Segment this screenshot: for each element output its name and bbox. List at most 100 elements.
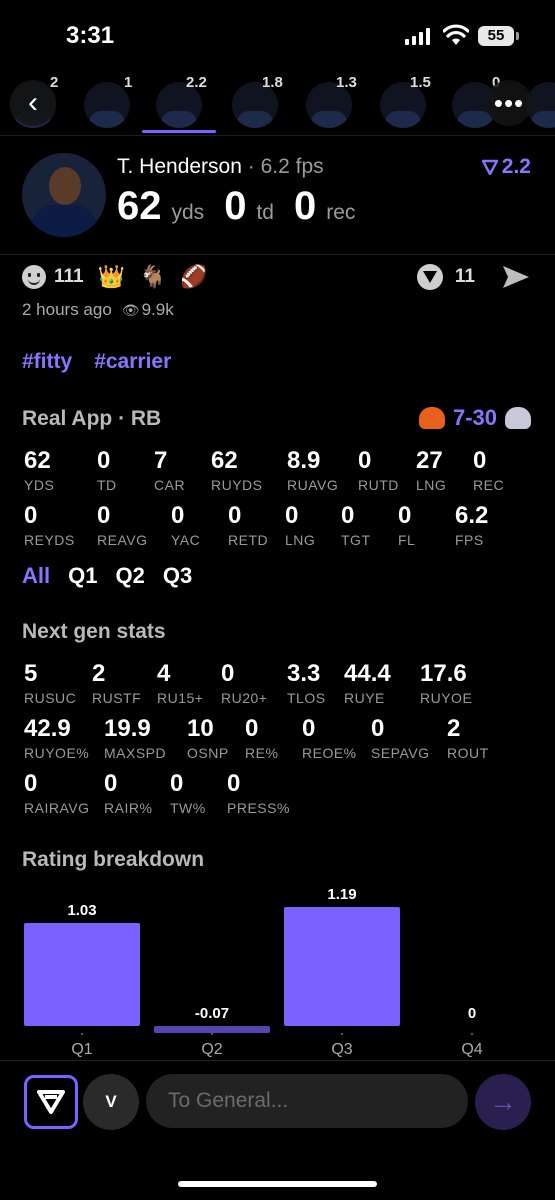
stat-value: 0	[97, 502, 111, 529]
stat-value: 0	[171, 502, 185, 529]
strip-score: 1	[124, 74, 133, 91]
football-icon[interactable]: 🏈	[180, 264, 207, 290]
status-bar: 3:31 55	[0, 0, 555, 70]
chart-bar	[24, 923, 140, 1026]
smiley-icon[interactable]	[22, 265, 46, 289]
stat-value: 27	[416, 447, 443, 474]
stat-item: 5 RUSUC	[24, 661, 76, 707]
stat-item: 62 YDS	[24, 448, 54, 494]
stat-item: 0 REAVG	[97, 502, 147, 549]
strip-player[interactable]: 1.3	[306, 74, 357, 128]
player-name: T. Henderson · 6.2 fps	[117, 155, 324, 179]
stat-item: 0 PRESS%	[227, 770, 290, 817]
hashtag-link[interactable]: #carrier	[94, 350, 171, 374]
strip-player[interactable]: 1.5	[380, 74, 431, 128]
stat-value: 2	[447, 715, 461, 742]
user-avatar[interactable]: V	[83, 1074, 139, 1130]
player-fps: · 6.2 fps	[247, 155, 324, 178]
stat-value: 0	[285, 502, 299, 529]
stat-item: 27 LNG	[416, 447, 447, 494]
stat-item: 8.9 RUAVG	[287, 448, 338, 494]
stat-label: RAIRAVG	[24, 800, 90, 816]
stat-label: REYDS	[24, 532, 75, 548]
stat-value: 4	[157, 660, 171, 687]
chevron-left-icon: ‹	[28, 86, 38, 119]
stat-value: 42.9	[24, 715, 71, 742]
send-button[interactable]: →	[475, 1074, 531, 1130]
stat-label: RU15+	[157, 690, 204, 706]
player-avatar[interactable]	[22, 153, 106, 237]
player-stats: 62 yds 0 td 0 rec	[117, 184, 365, 229]
stat-item: 0 RAIR%	[104, 771, 153, 817]
stat-label: RAIR%	[104, 800, 153, 816]
divider	[0, 254, 555, 255]
td-value: 0	[224, 184, 247, 228]
stat-item: 42.9 RUYOE%	[24, 715, 89, 762]
chart-bar	[284, 907, 400, 1026]
stat-value: 17.6	[420, 660, 467, 687]
stat-item: 0 REC	[473, 447, 505, 494]
stat-item: 0 TW%	[170, 771, 206, 817]
stat-value: 0	[398, 502, 412, 529]
stat-item: 0 FL	[398, 502, 416, 549]
tab-all[interactable]: All	[22, 563, 50, 589]
stat-item: 0 RAIRAVG	[24, 770, 90, 817]
chart-category-label: Q2	[201, 1041, 222, 1058]
vote-count: 11	[454, 266, 475, 287]
back-button[interactable]: ‹	[10, 80, 56, 126]
hashtag-link[interactable]: #fitty	[22, 350, 72, 374]
reactions-row: 111 👑 🐐 🏈	[22, 264, 208, 290]
strip-score: 1.3	[336, 74, 357, 91]
selected-indicator	[142, 130, 216, 133]
stat-item: 0 RU20+	[221, 661, 267, 707]
stat-value: 0	[97, 447, 111, 474]
arrow-right-icon: →	[489, 1086, 517, 1117]
stat-label: LNG	[285, 532, 316, 548]
home-indicator	[178, 1181, 377, 1187]
rating-logo-icon	[481, 159, 498, 175]
send-icon[interactable]	[501, 264, 531, 290]
tab-q2[interactable]: Q2	[115, 563, 144, 589]
view-count: 9.9k	[141, 300, 174, 319]
game-score[interactable]: 7-30	[418, 405, 531, 431]
tab-q1[interactable]: Q1	[68, 563, 97, 589]
vote-icon[interactable]	[416, 264, 443, 290]
chart-tick-dot	[210, 1032, 214, 1036]
strip-player[interactable]: 1.8	[232, 74, 283, 128]
strip-player[interactable]: 1	[84, 74, 134, 128]
real-app-title: Real App · RB	[22, 407, 162, 430]
chart-data-label: 1.03	[67, 902, 96, 919]
stat-value: 0	[227, 770, 241, 797]
stat-item: 0 TGT	[341, 503, 371, 549]
chart-tick-dot	[470, 1032, 474, 1036]
stat-value: 0	[473, 447, 487, 474]
strip-player[interactable]: 2.2	[156, 74, 207, 128]
time-ago: 2 hours ago	[22, 300, 112, 319]
goat-icon[interactable]: 🐐	[139, 264, 166, 290]
tab-q3[interactable]: Q3	[163, 563, 192, 589]
app-logo-button[interactable]	[24, 1075, 78, 1129]
yds-value: 62	[117, 184, 162, 228]
stat-item: 0 LNG	[285, 502, 316, 549]
crown-icon[interactable]: 👑	[98, 264, 125, 290]
stat-label: RETD	[228, 532, 269, 548]
stat-value: 0	[371, 715, 385, 742]
stat-label: TW%	[170, 800, 206, 816]
stat-label: REC	[473, 477, 505, 493]
chart-data-label: -0.07	[195, 1005, 229, 1022]
stat-item: 10 OSNP	[187, 716, 229, 762]
stat-item: 0 RE%	[245, 716, 278, 762]
stat-label: LNG	[416, 477, 447, 493]
more-button[interactable]: •••	[486, 80, 532, 126]
stat-label: TGT	[341, 532, 371, 548]
stat-label: FL	[398, 532, 416, 548]
stat-item: 44.4 RUYE	[344, 661, 391, 707]
eye-icon: 👁	[121, 301, 140, 318]
stat-label: ROUT	[447, 745, 489, 761]
stat-item: 0 YAC	[171, 502, 200, 549]
message-input[interactable]	[146, 1074, 468, 1128]
status-time: 3:31	[66, 22, 115, 49]
chart-data-label: 1.19	[327, 886, 356, 903]
stat-value: 0	[24, 770, 38, 797]
stat-item: 6.2 FPS	[455, 503, 488, 549]
